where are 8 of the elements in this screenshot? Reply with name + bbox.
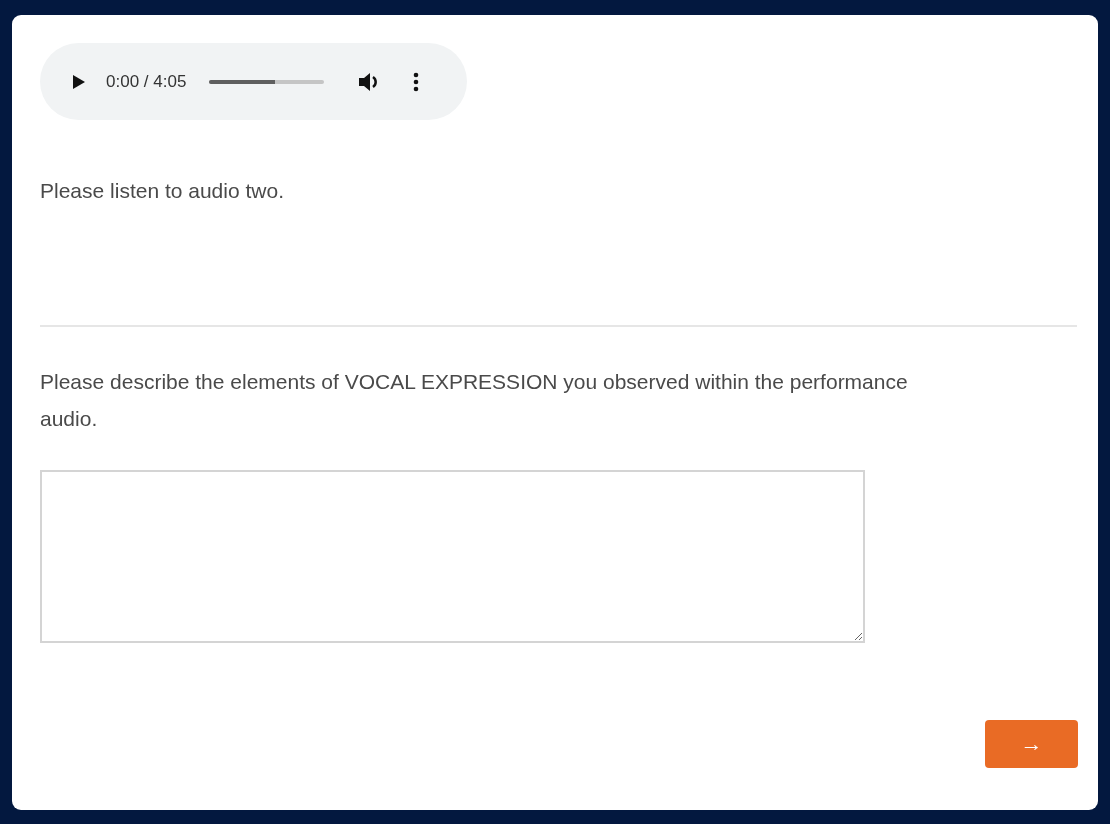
answer-field[interactable] — [40, 470, 865, 643]
progress-track[interactable] — [209, 79, 325, 84]
instruction-text: Please listen to audio two. — [40, 178, 285, 204]
play-icon[interactable] — [72, 73, 86, 90]
more-icon[interactable] — [413, 71, 420, 92]
next-button[interactable]: → — [985, 720, 1078, 768]
question-text: Please describe the elements of VOCAL EXPRESSION you observed within the performance audio. — [40, 369, 909, 432]
audio-time: 0:00 / 4:05 — [106, 71, 187, 92]
